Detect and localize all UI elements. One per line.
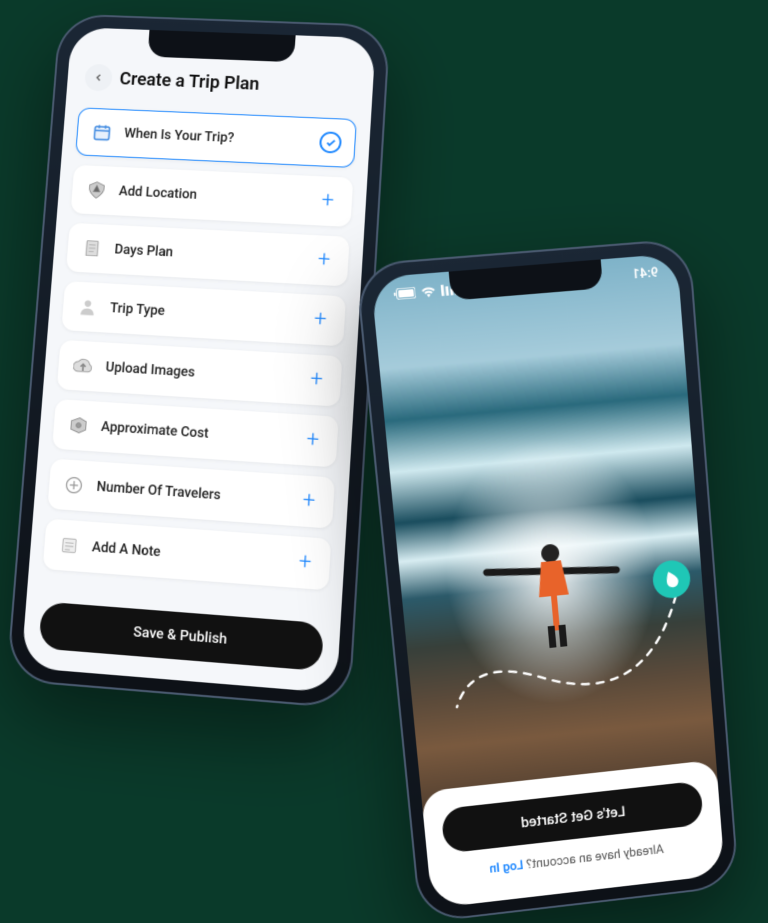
chevron-left-icon <box>92 72 104 84</box>
save-publish-button[interactable]: Save & Publish <box>38 601 324 671</box>
row-add-note[interactable]: Add A Note + <box>43 519 332 591</box>
plus-icon: + <box>321 190 335 212</box>
phone-mockup-welcome: 9:41 Let's <box>355 238 740 923</box>
status-time: 9:41 <box>632 265 659 282</box>
row-approx-cost[interactable]: Approximate Cost + <box>52 399 339 467</box>
check-circle-icon <box>319 131 342 153</box>
row-label: Upload Images <box>105 359 195 380</box>
plus-icon: + <box>317 249 331 271</box>
row-trip-type[interactable]: Trip Type + <box>61 281 346 346</box>
page-title: Create a Trip Plan <box>119 68 260 94</box>
days-icon <box>81 237 104 260</box>
login-link[interactable]: Log In <box>489 858 524 876</box>
phone-frame: Create a Trip Plan When Is Your Trip? <box>6 13 391 709</box>
calendar-icon <box>91 121 114 143</box>
cost-icon <box>67 414 90 437</box>
form-rows: When Is Your Trip? Add Location + <box>27 99 371 610</box>
plus-icon: + <box>313 309 327 332</box>
row-label: Trip Type <box>110 300 166 319</box>
row-num-travelers[interactable]: Number Of Travelers + <box>47 459 335 529</box>
battery-icon <box>392 287 416 300</box>
row-add[interactable]: + <box>292 550 318 576</box>
plus-icon: + <box>306 429 320 452</box>
person-icon <box>76 296 99 319</box>
travelers-icon <box>62 473 85 497</box>
row-add[interactable]: + <box>304 367 330 393</box>
row-check <box>318 130 343 154</box>
row-label: Add Location <box>118 183 197 202</box>
row-when-trip[interactable]: When Is Your Trip? <box>75 107 357 168</box>
phone-screen: Create a Trip Plan When Is Your Trip? <box>21 27 376 693</box>
row-label: Add A Note <box>91 539 161 560</box>
wifi-icon <box>420 285 436 298</box>
row-add[interactable]: + <box>300 428 326 454</box>
plus-icon: + <box>298 551 312 575</box>
row-add[interactable]: + <box>315 189 340 214</box>
plus-icon: + <box>310 369 324 392</box>
note-icon <box>58 534 81 558</box>
phone-frame: 9:41 Let's <box>355 238 740 923</box>
row-label: Approximate Cost <box>101 419 210 442</box>
location-icon <box>85 179 108 201</box>
row-upload-images[interactable]: Upload Images + <box>57 340 343 407</box>
row-label: Number Of Travelers <box>96 479 221 504</box>
row-add[interactable]: + <box>311 248 337 273</box>
row-add[interactable]: + <box>296 488 322 514</box>
phone-mockup-trip-plan: Create a Trip Plan When Is Your Trip? <box>6 13 391 709</box>
notch <box>147 30 295 62</box>
phone-screen: 9:41 Let's <box>371 253 725 908</box>
row-label: When Is Your Trip? <box>124 126 235 146</box>
status-indicators <box>392 283 458 300</box>
row-add[interactable]: + <box>308 307 334 332</box>
upload-icon <box>72 354 95 377</box>
dashed-path <box>438 584 706 747</box>
row-days-plan[interactable]: Days Plan + <box>66 223 350 287</box>
login-prompt-text: Already have an account? <box>523 842 665 872</box>
plus-icon: + <box>302 490 316 513</box>
row-label: Days Plan <box>114 242 174 261</box>
row-add-location[interactable]: Add Location + <box>71 165 354 227</box>
back-button[interactable] <box>84 64 113 92</box>
